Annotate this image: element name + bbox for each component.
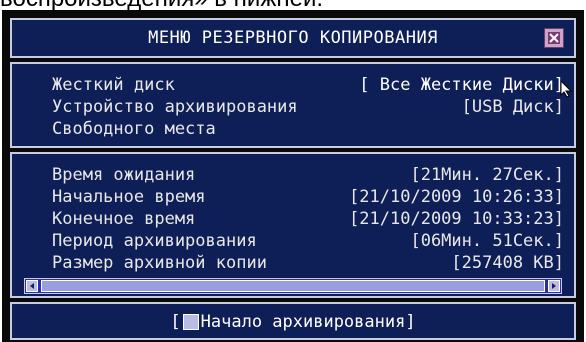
start-time-row: Начальное время [21/10/2009 10:26:33]	[52, 186, 564, 208]
free-space-row: Свободного места	[52, 118, 564, 140]
backup-period-label: Период архивирования	[52, 231, 257, 251]
backup-device-label: Устройство архивирования	[52, 97, 298, 117]
free-space-label: Свободного места	[52, 119, 216, 139]
start-time-value: [21/10/2009 10:26:33]	[349, 187, 564, 207]
close-icon	[548, 32, 560, 44]
scroll-right-button[interactable]	[548, 280, 560, 292]
hard-disk-row[interactable]: Жесткий диск [ Все Жесткие Диски]	[52, 74, 572, 98]
scroll-right-icon	[552, 283, 556, 289]
wait-time-row: Время ожидания [21Мин. 27Сек.]	[52, 164, 564, 186]
scroll-left-button[interactable]	[26, 280, 38, 292]
start-backup-bracket-close: ]	[405, 312, 416, 332]
action-panel: [ Начало архивирования]	[10, 302, 576, 340]
title-bar: МЕНЮ РЕЗЕРВНОГО КОПИРОВАНИЯ	[10, 18, 576, 58]
backup-period-row: Период архивирования [06Мин. 51Сек.]	[52, 230, 564, 252]
start-backup-button[interactable]: [ Начало архивирования]	[12, 310, 574, 334]
backup-period-value: [06Мин. 51Сек.]	[410, 231, 564, 251]
backup-size-row: Размер архивной копии [257408 KB]	[52, 252, 564, 274]
window-title: МЕНЮ РЕЗЕРВНОГО КОПИРОВАНИЯ	[148, 28, 438, 48]
dvr-screen: МЕНЮ РЕЗЕРВНОГО КОПИРОВАНИЯ Жесткий диск…	[2, 10, 584, 342]
end-time-value: [21/10/2009 10:33:23]	[349, 209, 564, 229]
scroll-thumb[interactable]	[41, 280, 545, 292]
backup-device-value[interactable]: [USB Диск]	[462, 96, 564, 118]
end-time-row: Конечное время [21/10/2009 10:33:23]	[52, 208, 564, 230]
backup-settings-panel: Жесткий диск [ Все Жесткие Диски] Устрой…	[10, 62, 576, 148]
end-time-label: Конечное время	[52, 209, 196, 229]
hard-disk-label: Жесткий диск	[52, 75, 175, 95]
close-button[interactable]	[544, 28, 564, 48]
hard-disk-value[interactable]: [ Все Жесткие Диски]	[359, 74, 564, 96]
scroll-left-icon	[30, 283, 34, 289]
backup-device-row[interactable]: Устройство архивирования [USB Диск]	[52, 96, 564, 118]
backup-size-label: Размер архивной копии	[52, 253, 267, 273]
wait-time-value: [21Мин. 27Сек.]	[410, 165, 564, 185]
wait-time-label: Время ожидания	[52, 165, 196, 185]
horizontal-scrollbar[interactable]	[24, 278, 562, 294]
start-backup-bracket-open: [	[170, 312, 181, 332]
start-icon	[182, 314, 199, 330]
backup-size-value: [257408 KB]	[451, 253, 564, 273]
start-backup-label: Начало архивирования	[200, 312, 406, 332]
backup-info-panel: Время ожидания [21Мин. 27Сек.] Начальное…	[10, 152, 576, 298]
start-time-label: Начальное время	[52, 187, 206, 207]
